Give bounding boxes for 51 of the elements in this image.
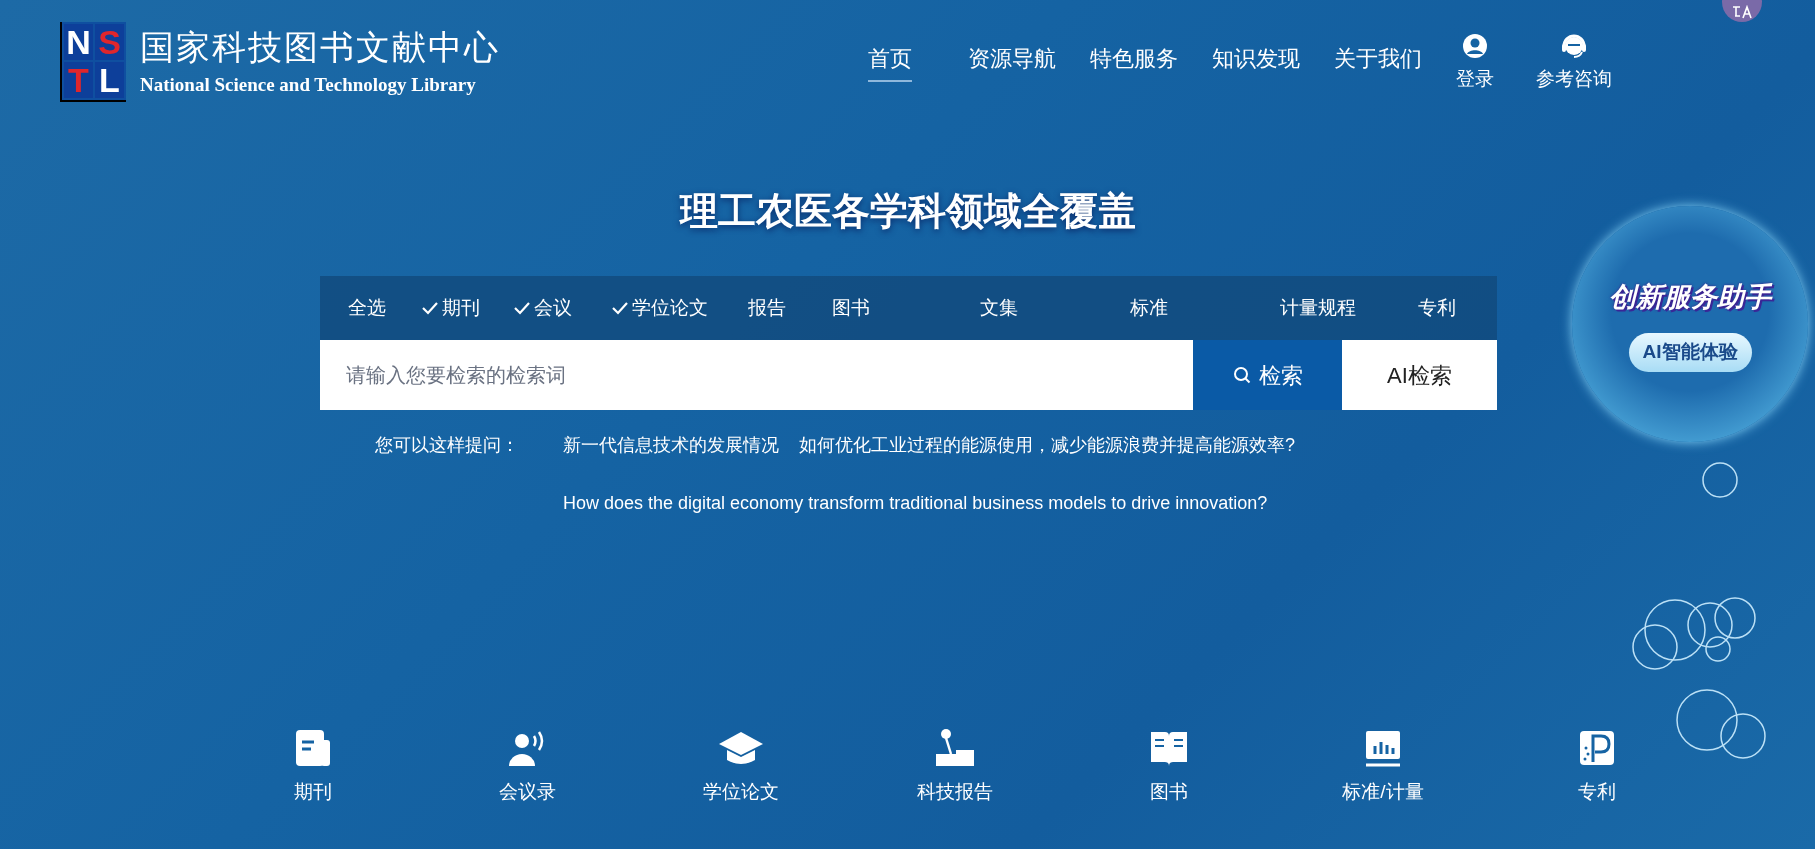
filter-option[interactable]: 标准 [1130, 293, 1280, 323]
login-link[interactable]: 登录 [1456, 33, 1494, 94]
filter-option[interactable]: 文集 [980, 293, 1130, 323]
patent-icon [1577, 728, 1617, 768]
check-icon [422, 301, 438, 315]
filter-option[interactable]: 全选 [348, 293, 422, 323]
ai-experience-button[interactable]: AI智能体验 [1628, 333, 1752, 372]
filter-option[interactable]: 专利 [1418, 293, 1514, 323]
check-icon [612, 301, 628, 315]
logo-letter: L [95, 62, 124, 98]
site-title: 国家科技图书文献中心 [140, 28, 500, 68]
filter-option[interactable]: 计量规程 [1280, 293, 1418, 323]
category-link[interactable]: 科技报告 [848, 728, 1062, 807]
nav-link[interactable]: 知识发现 [1212, 44, 1300, 82]
assistant-bubble[interactable]: 创新服务助手 AI智能体验 [1572, 206, 1808, 442]
logo-letter: T [64, 62, 93, 98]
search-button[interactable]: 检索 [1193, 340, 1342, 410]
logo-letter: S [95, 24, 124, 60]
filter-option[interactable]: 会议 [514, 293, 612, 323]
suggested-question[interactable]: 如何优化工业过程的能源使用，减少能源浪费并提高能源效率? [799, 430, 1295, 460]
filter-option[interactable]: 图书 [832, 293, 980, 323]
suggestion-label: 您可以这样提问： [375, 434, 520, 457]
search-icon [1232, 366, 1251, 384]
category-link[interactable]: 标准/计量 [1276, 728, 1490, 807]
category-link[interactable]: 期刊 [206, 728, 420, 807]
consult-link[interactable]: 参考咨询 [1536, 33, 1612, 94]
filter-option[interactable]: 期刊 [422, 293, 514, 323]
site-subtitle: National Science and Technology Library [140, 74, 477, 96]
podium-icon [934, 728, 976, 768]
nav-link[interactable]: 资源导航 [968, 44, 1056, 82]
suggested-question[interactable]: How does the digital economy transform traditional business models to drive innovation? [563, 488, 1463, 518]
nav-link[interactable]: 特色服务 [1090, 44, 1178, 82]
filter-option[interactable]: 学位论文 [612, 293, 748, 323]
nav-link[interactable]: 关于我们 [1334, 44, 1422, 82]
logo-letter: N [64, 24, 93, 60]
document-icon [293, 728, 333, 768]
assistant-title: 创新服务助手 [1609, 280, 1771, 314]
bar-chart-icon [1363, 728, 1403, 768]
filter-option[interactable]: 报告 [748, 293, 832, 323]
check-icon [514, 301, 530, 315]
category-link[interactable]: 图书 [1062, 728, 1276, 807]
headset-icon [1560, 33, 1588, 59]
headline: 理工农医各学科领域全覆盖 [679, 189, 1136, 234]
ai-search-button[interactable]: AI检索 [1342, 340, 1497, 410]
user-icon [1462, 33, 1488, 59]
nav-link[interactable]: 首页 [868, 44, 912, 82]
search-field[interactable]: 请输入您要检索的检索词 [320, 340, 1193, 410]
category-link[interactable]: 会议录 [420, 728, 634, 807]
category-link[interactable]: 专利 [1490, 728, 1704, 807]
suggested-question[interactable]: 新一代信息技术的发展情况 [563, 430, 779, 460]
category-link[interactable]: 学位论文 [634, 728, 848, 807]
